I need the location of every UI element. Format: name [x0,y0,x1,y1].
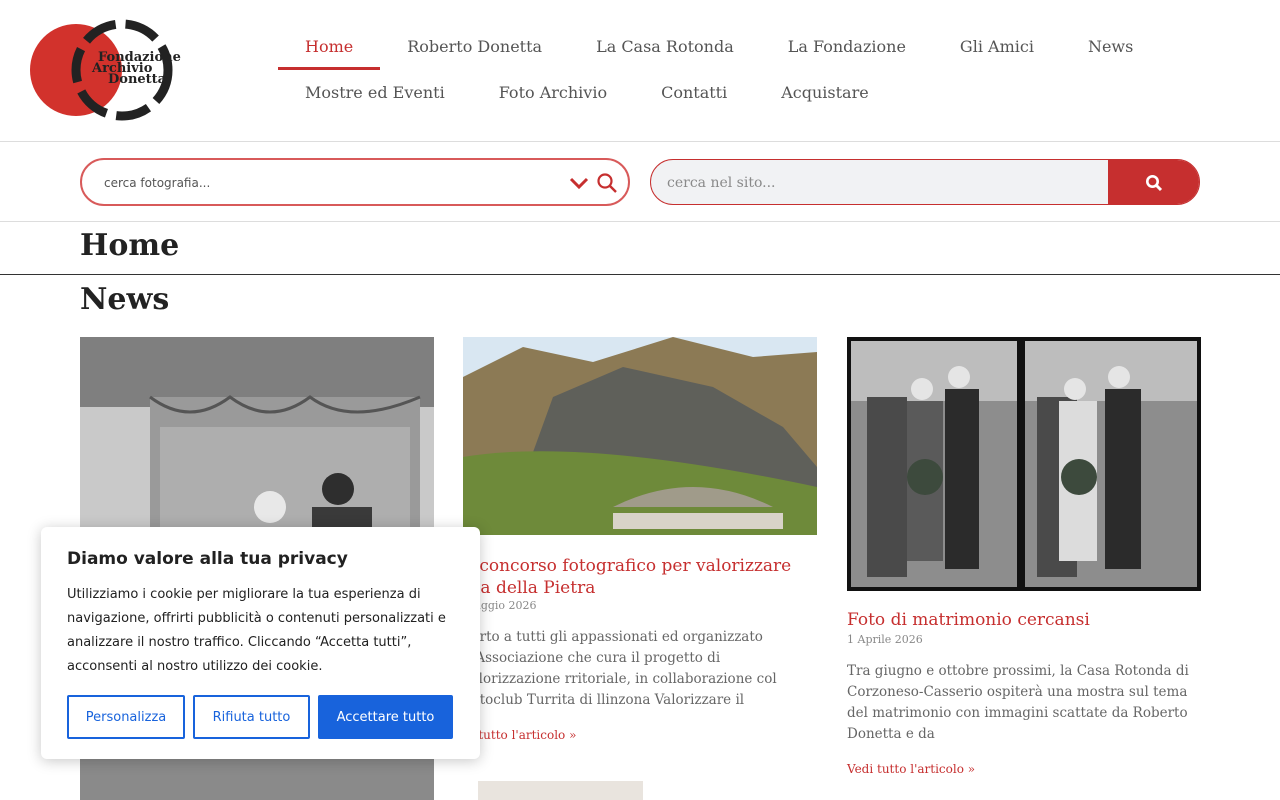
site-search-button[interactable] [1108,160,1199,204]
nav-item-foto-archivio[interactable]: Foto Archivio [472,70,634,116]
news-card-4-image[interactable] [478,781,643,800]
nav-item-acquistare[interactable]: Acquistare [754,70,895,116]
chevron-down-icon[interactable] [568,173,590,193]
photo-search-input[interactable] [104,172,544,194]
photo-search-box [80,158,630,206]
news-card-2: n concorso fotografico per valorizzare V… [463,337,817,800]
site-search-input[interactable] [667,172,1087,194]
search-icon[interactable] [596,172,618,194]
nav-item-home[interactable]: Home [278,24,381,70]
site-header: Fondazione Archivio Donetta Home Roberto… [0,0,1280,142]
news-card-3-read-more[interactable]: Vedi tutto l'articolo » [847,762,975,776]
nav-item-contatti[interactable]: Contatti [634,70,754,116]
main-nav: Home Roberto Donetta La Casa Rotonda La … [278,24,1178,116]
news-card-3: Foto di matrimonio cercansi 1 Aprile 202… [847,337,1201,800]
news-card-2-read-more[interactable]: di tutto l'articolo » [463,728,576,742]
title-divider [0,274,1280,275]
nav-item-casa-rotonda[interactable]: La Casa Rotonda [569,24,761,70]
nav-item-roberto-donetta[interactable]: Roberto Donetta [380,24,569,70]
cookie-customize-button[interactable]: Personalizza [67,695,185,739]
search-strip [0,143,1280,222]
cookie-consent-banner: Diamo valore alla tua privacy Utilizziam… [41,527,480,759]
cookie-reject-button[interactable]: Rifiuta tutto [193,695,310,739]
news-card-2-image[interactable] [463,337,817,535]
section-title-news: News [80,282,170,317]
nav-item-news[interactable]: News [1061,24,1160,70]
news-card-2-excerpt: perto a tutti gli appassionati ed organi… [463,629,777,708]
nav-item-mostre-eventi[interactable]: Mostre ed Eventi [278,70,472,116]
nav-row-1: Home Roberto Donetta La Casa Rotonda La … [278,24,1178,70]
news-card-3-title[interactable]: Foto di matrimonio cercansi [847,609,1201,631]
site-search-box [650,159,1200,205]
news-card-3-date: 1 Aprile 2026 [847,633,923,646]
site-logo[interactable]: Fondazione Archivio Donetta [30,14,182,126]
news-card-2-title[interactable]: n concorso fotografico per valorizzare V… [463,555,817,599]
page-title: Home [80,228,180,263]
nav-row-2: Mostre ed Eventi Foto Archivio Contatti … [278,70,1178,116]
nav-item-fondazione[interactable]: La Fondazione [761,24,933,70]
news-card-3-excerpt: Tra giugno e ottobre prossimi, la Casa R… [847,663,1189,742]
cookie-text: Utilizziamo i cookie per migliorare la t… [67,587,446,674]
search-icon [1145,175,1162,192]
logo-text-line3: Donetta [108,72,167,87]
nav-item-gli-amici[interactable]: Gli Amici [933,24,1061,70]
news-card-3-image[interactable] [847,337,1201,591]
cookie-title: Diamo valore alla tua privacy [67,549,348,569]
cookie-accept-button[interactable]: Accettare tutto [318,695,453,739]
